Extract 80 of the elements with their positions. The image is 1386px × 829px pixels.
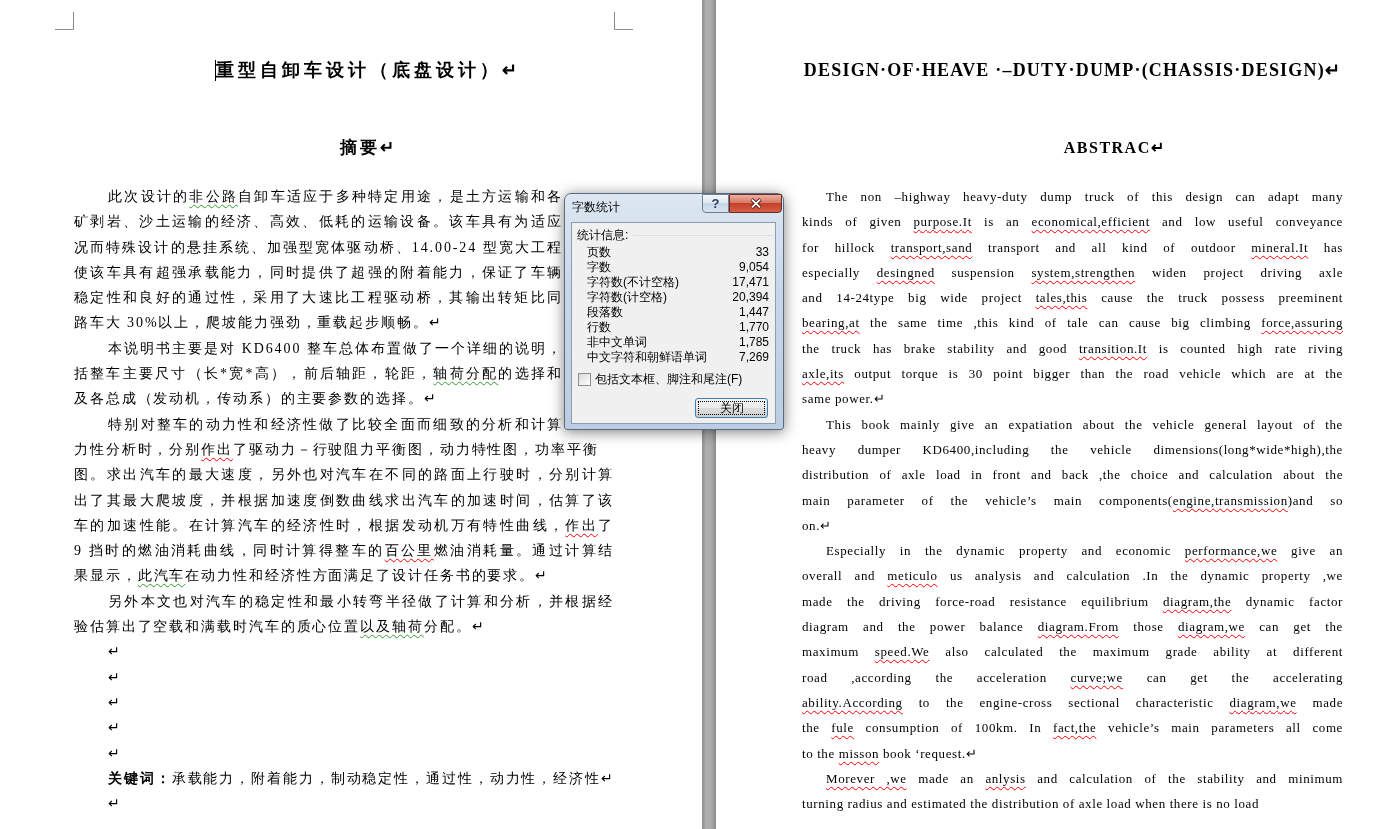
text-line: ↵ [108,744,122,763]
text-line: 9 挡时的燃油消耗曲线，同时计算得整车的百公里燃油消耗量。通过计算结 [74,542,614,561]
close-button[interactable]: 关闭 [695,398,768,418]
text-line: 及各总成（发动机，传动系）的主要参数的选择。↵ [74,390,438,409]
stat-label: 页数 [587,245,611,260]
corner-mark-icon [55,12,74,30]
text-line: kinds of given purpose.It is an economical,efficient and low useful conveyance [802,213,1343,232]
group-label: 统计信息: [577,228,629,243]
stat-value: 17,471 [732,275,769,290]
text-line: axle,its output torque is 30 point bigger than the road vehicle which are at the [802,365,1343,384]
text-line: 路车大 30%以上，爬坡能力强劲，重载起步顺畅。↵ [74,314,443,333]
text-line: 本说明书主要是对 KD6400 整车总体布置做了一个详细的说明， [108,339,563,358]
text-line: overall and meticulo us analysis and calculation .In the dynamic property ,we [802,567,1343,586]
text-line: 此次设计的非公路 自卸车适应于多种特定用途，是土方运输和各 [108,188,563,206]
text-line: 图。求出汽车的最大速度，另外也对汽车在不同的路面上行驶时，分别计算 [74,466,614,485]
checkbox[interactable] [578,372,591,386]
text-line: bearing,at the same time ,this kind of tale can cause big climbing force,assuring [802,314,1343,333]
text-line: ↵ [108,795,122,814]
document-title: DESIGN·OF·HEAVE ·–DUTY·DUMP·(CHASSIS·DESIGN)↵ [803,59,1342,82]
text-line: same power.↵ [802,390,886,409]
section-heading: 摘要↵ [339,137,397,159]
text-line: 另外本文也对汽车的稳定性和最小转弯半径做了计算和分析，并根据经 [108,592,614,611]
text-line: The non –highway heavy-duty dump truck of this design can adapt many [826,188,1343,206]
text-line: 关键词：承载能力，附着能力，制动稳定性，通过性，动力性，经济性↵ [108,769,615,788]
text-line: made the driving force-road resistance equilibrium diagram,the dynamic factor [802,592,1343,611]
text-line: 稳定性和良好的通过性，采用了大速比工程驱动桥，其输出转矩比同 [74,289,563,308]
stat-label: 非中文单词 [587,335,647,350]
text-line: for hillock transport,sand transport and all kind of outdoor mineral.It has [802,238,1343,257]
stat-label: 行数 [587,320,611,335]
text-line: distribution of axle load in front and back ,the choice and calculation about the [802,466,1343,485]
text-line: ↵ [108,668,122,687]
text-line: turning radius and estimated the distribution of axle load when there is no load [802,795,1260,814]
stat-value: 1,447 [738,305,769,320]
stat-value: 7,269 [738,350,769,365]
text-line: 括整车主要尺寸（长*宽*高），前后轴距，轮距，轴荷分配 的选择和 [74,365,563,384]
stat-label: 中文字符和朝鲜语单词 [587,350,707,365]
stat-value: 33 [755,245,769,260]
text-line: ability.According to the engine-cross sectional characteristic diagram,we made [802,693,1343,712]
text-line: maximum speed.We also calculated the maximum grade ability at different [802,643,1343,662]
stat-value: 1,785 [738,335,769,350]
text-line: heavy dumper KD6400,including the vehicle dimensions(long*wide*high),the [802,440,1343,459]
text-line: Morever ,we made an anlysis and calculation of the stability and minimum [826,769,1343,788]
stat-value: 1,770 [738,320,769,335]
text-line: 车的加速性能。在计算汽车的经济性时，根据发动机万有特性曲线，作出 了 [74,516,614,535]
text-line: diagram and the power balance diagram.From those diagram,we can get the [802,618,1343,637]
text-line: the truck has brake stability and good transition.It is counted high rate riving [802,339,1343,358]
text-line: on.↵ [802,516,832,535]
section-heading: ABSTRAC↵ [1063,138,1166,158]
text-line: ↵ [108,693,122,712]
dialog-title: 字数统计 [572,200,620,215]
text-line: especially desingned suspension system,strengthen widen project driving axle [802,263,1343,282]
text-line: 况而特殊设计的悬挂系统、加强型宽体驱动桥、14.00-24 型宽大工程 [74,238,563,257]
stat-label: 字符数(不计空格) [587,275,679,290]
stat-label: 字数 [587,260,611,275]
stat-label: 段落数 [587,305,623,320]
checkbox-label: 包括文本框、脚注和尾注(F) [595,372,743,386]
text-line: the fule consumption of 100km. In fact,the vehicle’s main parameters all come [802,719,1343,738]
text-line: Especially in the dynamic property and economic performance,we give an [826,542,1343,561]
text-line: This book mainly give an expatiation about the vehicle general layout of the [826,415,1343,434]
text-line: 验估算出了空载和满载时汽车的质心位置 以及轴荷分配。↵ [74,618,486,637]
text-line: 出了其最大爬坡度，并根据加速度倒数曲线求出汽车的加速时间，估算了该 [74,491,614,510]
text-line: 矿剥岩、沙土运输的经济、高效、低耗的运输设备。该车具有为适应 [74,213,563,232]
text-line: to the misson book ‘request.↵ [802,744,978,763]
stat-label: 字符数(计空格) [587,290,667,305]
text-line: and 14-24type big wide project tales,this cause the truck possess preeminent [802,289,1343,308]
close-icon [749,198,762,209]
text-line: road ,according the acceleration curve;we can get the accelerating [802,668,1343,687]
text-line: 力性分析时，分别作出 了驱动力－行驶阻力平衡图，动力特性图，功率平衡 [74,440,599,459]
help-button[interactable]: ? [702,194,729,213]
title-close-button[interactable] [729,194,782,213]
text-line: main parameter of the vehicle’s main components(engine,transmission)and so [802,491,1343,510]
text-line: 使该车具有超强承载能力，同时提供了超强的附着能力，保证了车辆 [74,263,563,282]
stat-value: 9,054 [738,260,769,275]
corner-mark-icon [614,12,633,30]
text-line: 特别对整车的动力性和经济性做了比较全面而细致的分析和计算 [108,415,563,434]
document-title: 重型自卸车设计（底盘设计）↵ [216,59,521,82]
text-line: ↵ [108,643,122,662]
text-line: 果显示，此汽车在动力性和经济性方面满足了设计任务书的要求。↵ [74,567,549,586]
stat-value: 20,394 [732,290,769,305]
text-line: ↵ [108,719,122,738]
